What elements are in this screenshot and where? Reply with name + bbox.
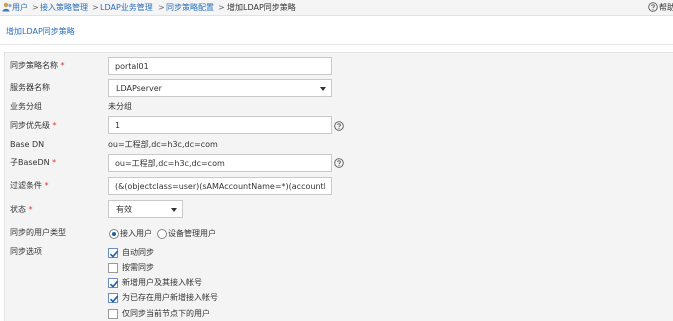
help-icon[interactable] xyxy=(334,158,344,168)
checkbox-on-demand-sync[interactable] xyxy=(108,263,118,273)
help-icon[interactable] xyxy=(334,121,344,131)
chevron-down-icon xyxy=(320,87,326,91)
priority-label: 同步优先级 * xyxy=(10,121,57,130)
breadcrumb-separator: > xyxy=(32,3,39,12)
priority-input[interactable] xyxy=(108,116,332,134)
required-mark: * xyxy=(44,181,49,190)
help-icon[interactable] xyxy=(648,2,658,12)
breadcrumb-separator: > xyxy=(92,3,99,12)
user-icon xyxy=(2,2,12,12)
breadcrumb-bar: 用户 > 接入策略管理 > LDAP业务管理 > 同步策略配置 > 增加LDAP… xyxy=(0,0,673,16)
breadcrumb-item-ldap-service[interactable]: LDAP业务管理 xyxy=(100,3,153,13)
divider xyxy=(0,44,673,45)
required-mark: * xyxy=(52,121,57,130)
policy-name-input[interactable] xyxy=(108,57,332,75)
status-value: 有效 xyxy=(116,205,132,214)
status-select[interactable]: 有效 xyxy=(108,200,183,218)
checkbox-sync-current-node-only[interactable] xyxy=(108,309,118,319)
checkbox-auto-sync-label[interactable]: 自动同步 xyxy=(122,248,154,258)
required-mark: * xyxy=(28,205,33,214)
checkbox-add-user-and-account-label[interactable]: 新增用户及其接入帐号 xyxy=(122,278,202,288)
required-mark: * xyxy=(52,158,57,167)
checkbox-add-account-existing-user[interactable] xyxy=(108,293,119,303)
chevron-down-icon xyxy=(171,208,177,212)
user-type-label: 同步的用户类型 xyxy=(10,228,66,237)
sub-base-dn-input[interactable] xyxy=(108,154,332,172)
breadcrumb-item-sync-policy[interactable]: 同步策略配置 xyxy=(166,3,214,13)
checkmark-icon xyxy=(109,295,119,303)
service-group-label: 业务分组 xyxy=(10,102,42,111)
radio-access-user-label[interactable]: 接入用户 xyxy=(120,229,152,239)
filter-input[interactable] xyxy=(108,177,332,195)
checkbox-on-demand-sync-label[interactable]: 按需同步 xyxy=(122,263,154,273)
server-name-value: LDAPserver xyxy=(116,84,162,93)
checkbox-auto-sync[interactable] xyxy=(108,248,119,258)
sync-options-label: 同步选项 xyxy=(10,247,42,256)
breadcrumb-separator: > xyxy=(218,3,225,12)
breadcrumb-item-users[interactable]: 用户 xyxy=(12,3,28,13)
base-dn-label: Base DN xyxy=(10,140,45,149)
checkbox-add-user-and-account[interactable] xyxy=(108,278,119,288)
filter-label: 过滤条件 * xyxy=(10,181,49,190)
server-name-label: 服务器名称 xyxy=(10,83,50,92)
checkmark-icon xyxy=(109,280,119,288)
checkmark-icon xyxy=(109,250,119,258)
status-label: 状态 * xyxy=(10,205,33,214)
radio-access-user[interactable] xyxy=(109,229,119,239)
radio-device-admin-user[interactable] xyxy=(157,229,167,239)
sub-base-dn-label: 子BaseDN * xyxy=(10,158,57,167)
radio-device-admin-user-label[interactable]: 设备管理用户 xyxy=(168,229,216,239)
breadcrumb-item-access-policy[interactable]: 接入策略管理 xyxy=(40,3,88,13)
breadcrumb-separator: > xyxy=(158,3,165,12)
help-link[interactable]: 帮助 xyxy=(659,3,673,13)
form-panel xyxy=(4,52,673,321)
base-dn-value: ou=工程部,dc=h3c,dc=com xyxy=(108,140,218,149)
page-title: 增加LDAP同步策略 xyxy=(6,27,75,36)
checkbox-add-account-existing-user-label[interactable]: 为已存在用户新增接入帐号 xyxy=(122,293,218,303)
policy-name-label: 同步策略名称 * xyxy=(10,61,65,70)
breadcrumb-item-current: 增加LDAP同步策略 xyxy=(227,3,296,12)
server-name-select[interactable]: LDAPserver xyxy=(108,79,332,97)
required-mark: * xyxy=(60,61,65,70)
service-group-value: 未分组 xyxy=(108,102,132,111)
checkbox-sync-current-node-only-label[interactable]: 仅同步当前节点下的用户 xyxy=(122,309,210,319)
